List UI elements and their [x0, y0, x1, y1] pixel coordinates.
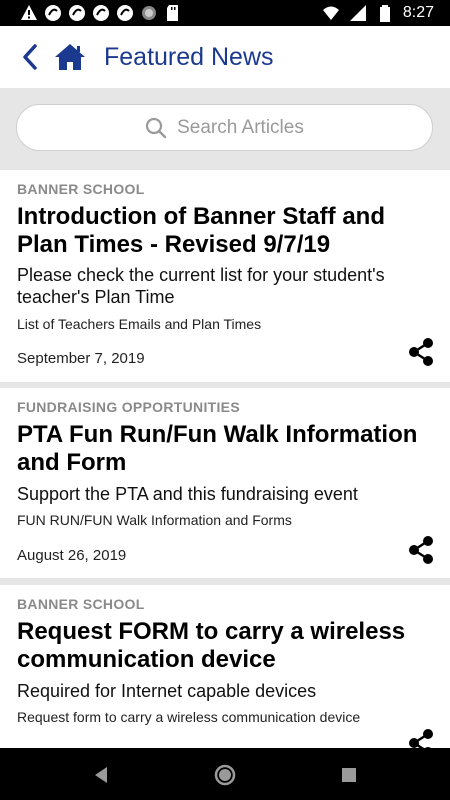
sync-icon: [69, 5, 85, 21]
article-subtitle: Required for Internet capable devices: [17, 681, 317, 701]
article-description: Request form to carry a wireless communi…: [17, 709, 361, 725]
article-card[interactable]: BANNER SCHOOL Request FORM to carry a wi…: [0, 585, 450, 748]
search-placeholder: Search Articles: [177, 116, 304, 138]
article-date: September 7, 2019: [17, 350, 145, 367]
circle-dot-icon: [142, 6, 156, 20]
system-icons: 8:27: [322, 4, 450, 22]
article-card[interactable]: BANNER SCHOOL Introduction of Banner Sta…: [0, 170, 450, 382]
notification-icons: [0, 4, 182, 22]
home-circle-icon: [214, 764, 236, 786]
article-card[interactable]: FUNDRAISING OPPORTUNITIES PTA Fun Run/Fu…: [0, 388, 450, 578]
sync-icon: [117, 5, 133, 21]
back-triangle-icon: [95, 767, 107, 783]
nav-back-button[interactable]: [88, 762, 114, 788]
article-title: Request FORM to carry a wireless communi…: [17, 618, 406, 673]
share-icon[interactable]: [406, 535, 436, 565]
sync-icon: [45, 5, 61, 21]
wifi-icon: [322, 6, 339, 20]
share-icon[interactable]: [406, 337, 436, 367]
nav-recents-button[interactable]: [336, 762, 362, 788]
article-category: BANNER SCHOOL: [17, 596, 145, 612]
article-category: BANNER SCHOOL: [17, 181, 145, 197]
article-title: PTA Fun Run/Fun Walk Information and For…: [17, 421, 418, 476]
navigation-bar: [0, 748, 450, 800]
clock: 8:27: [402, 4, 434, 21]
battery-icon: [379, 5, 390, 22]
search-area: Search Articles: [0, 88, 450, 169]
share-icon[interactable]: [406, 728, 436, 748]
article-title: Introduction of Banner Staff and Plan Ti…: [17, 203, 385, 258]
back-icon: [23, 44, 37, 70]
sync-icon: [93, 5, 109, 21]
page-title: Featured News: [104, 42, 274, 71]
signal-icon: [349, 5, 366, 21]
article-description: List of Teachers Emails and Plan Times: [17, 316, 262, 332]
search-icon: [146, 117, 167, 138]
home-icon: [55, 44, 85, 70]
article-category: FUNDRAISING OPPORTUNITIES: [17, 399, 240, 415]
alert-icon: [21, 5, 37, 20]
article-subtitle: Please check the current list for your s…: [17, 265, 385, 307]
status-bar: 8:27: [0, 0, 450, 26]
app-bar: Featured News: [0, 26, 450, 89]
article-description: FUN RUN/FUN Walk Information and Forms: [17, 512, 292, 528]
nav-home-button[interactable]: [212, 762, 238, 788]
home-button[interactable]: [54, 42, 88, 72]
sd-card-icon: [167, 5, 178, 21]
article-subtitle: Support the PTA and this fundraising eve…: [17, 484, 358, 504]
article-date: August 26, 2019: [17, 547, 127, 564]
back-button[interactable]: [22, 42, 46, 72]
recents-square-icon: [342, 768, 356, 782]
search-input[interactable]: Search Articles: [16, 104, 433, 151]
